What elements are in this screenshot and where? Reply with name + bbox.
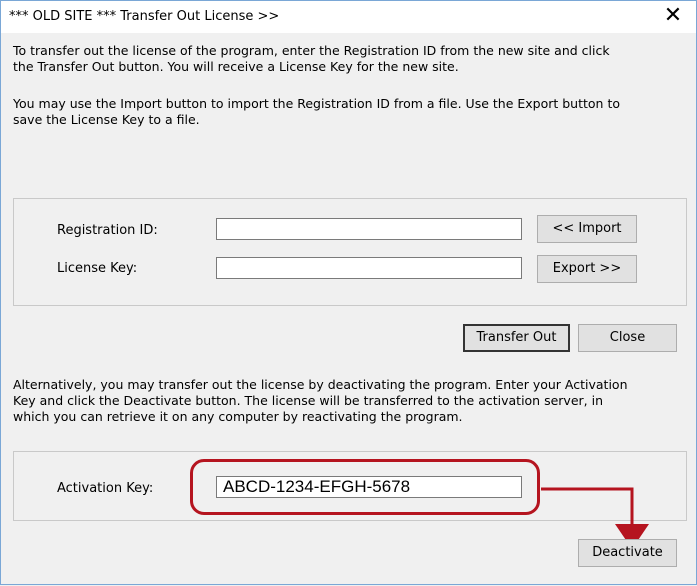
deactivate-button[interactable]: Deactivate <box>578 539 677 567</box>
annotation-arrow-icon <box>541 487 649 549</box>
transfer-out-license-dialog: *** OLD SITE *** Transfer Out License >>… <box>0 0 697 585</box>
